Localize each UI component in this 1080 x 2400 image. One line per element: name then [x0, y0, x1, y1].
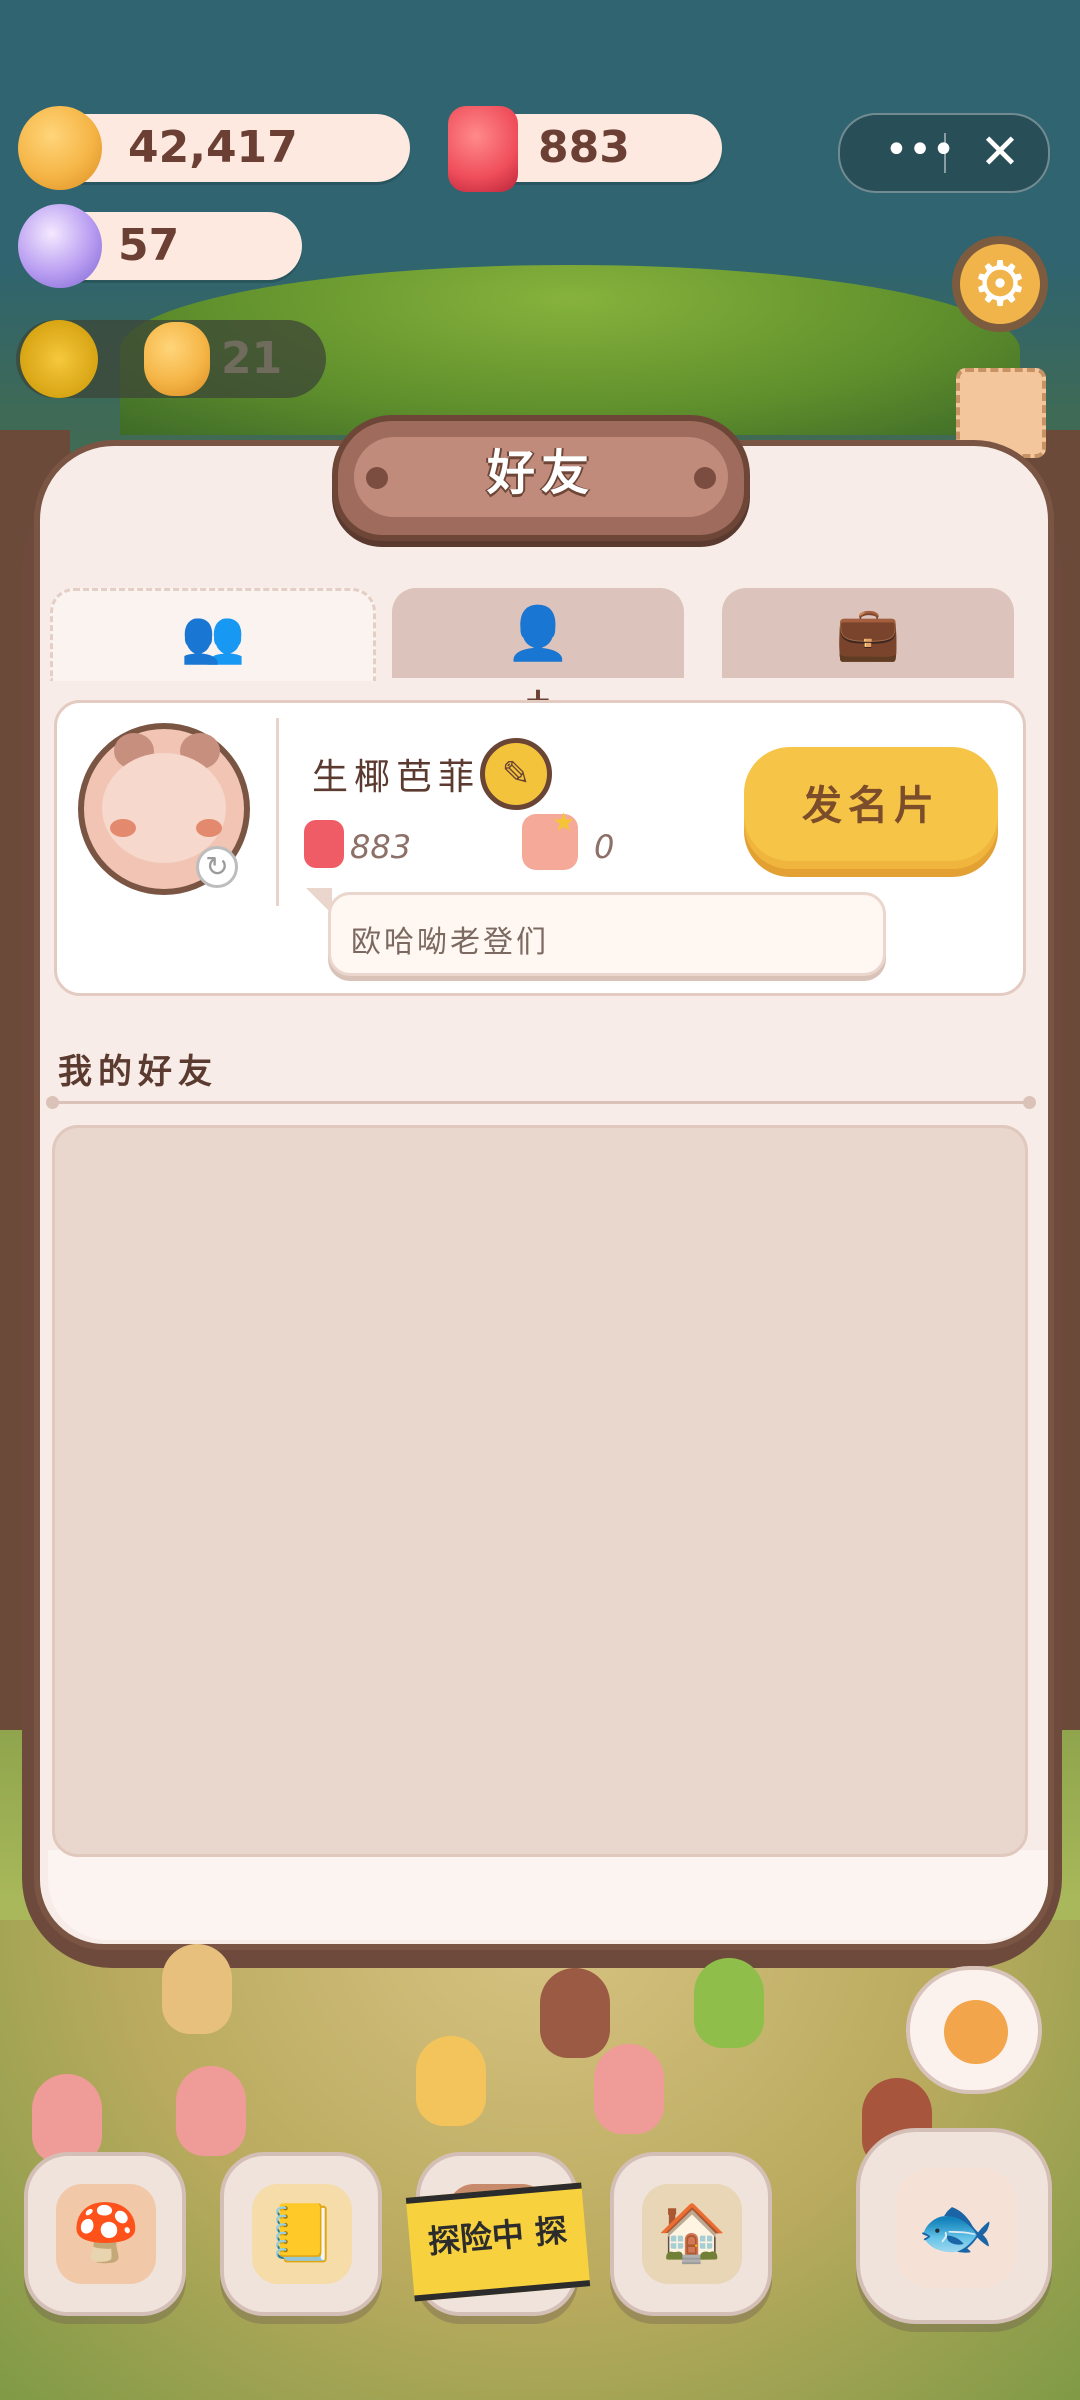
- motto-bubble[interactable]: 欧哈呦老登们: [328, 892, 886, 976]
- divider-dot-right: [1023, 1096, 1036, 1109]
- character-yellow[interactable]: [416, 2036, 486, 2126]
- character-green[interactable]: [694, 1958, 764, 2048]
- candy-icon-small: [304, 820, 344, 868]
- character-gingerbread[interactable]: [162, 1944, 232, 2034]
- nav-house[interactable]: 🍄: [24, 2152, 186, 2316]
- character-pink[interactable]: [32, 2074, 102, 2164]
- tab-friends[interactable]: 👥: [50, 588, 376, 681]
- modal-title: 好友: [486, 445, 595, 501]
- cookie-count: 42,417: [128, 122, 298, 173]
- gem-icon: [18, 204, 102, 288]
- settings-button[interactable]: ⚙: [952, 236, 1048, 332]
- quest-bubble[interactable]: [906, 1966, 1042, 2094]
- quest-cat-icon: [944, 2000, 1008, 2064]
- level-count: 21: [221, 333, 283, 384]
- notebook-icon: 📒: [252, 2184, 352, 2284]
- candy-count: 883: [538, 122, 630, 173]
- avatar-cheek-right: [196, 819, 222, 837]
- nav-notebook[interactable]: 📒: [220, 2152, 382, 2316]
- capsule-separator: [944, 133, 946, 173]
- tab-bag[interactable]: 💼: [722, 588, 1014, 678]
- refresh-avatar-icon[interactable]: ↻: [196, 846, 238, 888]
- shop-icon: 🏠: [642, 2184, 742, 2284]
- tab-add-friend[interactable]: 👤+: [392, 588, 684, 720]
- card-divider: [276, 718, 279, 906]
- like-icon: ★: [522, 808, 578, 870]
- character-pink-3[interactable]: [594, 2044, 664, 2134]
- friend-list[interactable]: [52, 1125, 1028, 1857]
- nav-fishing[interactable]: 🐟: [856, 2128, 1052, 2324]
- mini-program-capsule: ••• ✕: [838, 113, 1050, 193]
- username: 生椰芭菲: [312, 757, 481, 798]
- add-friend-icon: 👤+: [503, 604, 573, 720]
- gingerbread-icon: [144, 322, 210, 396]
- close-button[interactable]: ✕: [960, 115, 1040, 191]
- pencil-icon: ✎: [501, 754, 531, 794]
- sun-icon: [20, 320, 98, 398]
- modal-title-plate: 好友: [332, 415, 750, 541]
- more-menu-button[interactable]: •••: [870, 115, 970, 191]
- modal-bottom: [48, 1850, 1048, 1940]
- profile-like-count: 0: [594, 828, 615, 866]
- cookie-icon: [18, 106, 102, 190]
- friends-icon: 👥: [180, 607, 246, 667]
- divider-dot-left: [46, 1096, 59, 1109]
- send-card-button[interactable]: 发名片: [744, 747, 998, 869]
- nav-shop[interactable]: 🏠: [610, 2152, 772, 2316]
- add-friend-glyph: 👤: [505, 604, 571, 664]
- gear-icon: ⚙: [960, 244, 1040, 324]
- motto-text: 欧哈呦老登们: [351, 925, 549, 960]
- edit-name-button[interactable]: ✎: [480, 738, 552, 810]
- candy-icon: [448, 106, 518, 192]
- avatar-cheek-left: [110, 819, 136, 837]
- gem-count: 57: [118, 220, 180, 271]
- character-brown[interactable]: [540, 1968, 610, 2058]
- fishing-icon: 🐟: [896, 2168, 1016, 2288]
- friends-section-title: 我的好友: [58, 1052, 218, 1092]
- star-icon: ★: [552, 808, 576, 838]
- profile-candy-count: 883: [350, 828, 412, 866]
- expedition-status-tape: 探险中 探: [405, 2182, 591, 2302]
- briefcase-icon: 💼: [835, 604, 901, 664]
- house-icon: 🍄: [56, 2184, 156, 2284]
- character-pink-2[interactable]: [176, 2066, 246, 2156]
- avatar-face: [102, 753, 226, 863]
- level-badge[interactable]: 21: [16, 320, 326, 398]
- section-divider: [46, 1096, 1036, 1109]
